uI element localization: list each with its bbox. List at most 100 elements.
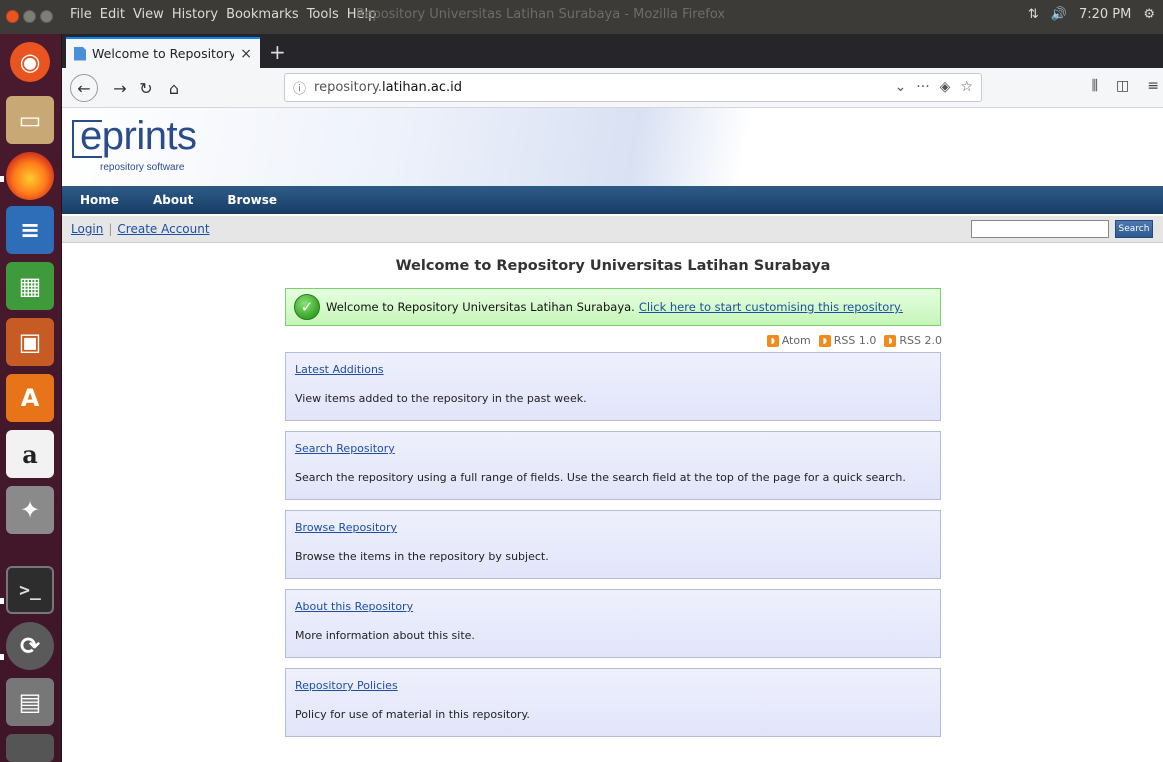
nav-browse-link[interactable]: Browse: [227, 193, 277, 207]
logo-subtitle: repository software: [100, 162, 185, 173]
welcome-text: Welcome to Repository Universitas Latiha…: [326, 300, 635, 314]
repository-policies-link[interactable]: Repository Policies: [295, 679, 931, 692]
toolbar-right: ⫼ ◫ ≡: [1092, 78, 1159, 94]
files-icon[interactable]: ▭: [6, 96, 54, 144]
main-nav: Home About Browse: [62, 186, 1163, 214]
search-button[interactable]: Search: [1115, 220, 1153, 238]
atom-feed-link[interactable]: ◗ Atom: [766, 334, 811, 347]
menu-bookmarks[interactable]: Bookmarks: [222, 7, 303, 22]
menu-file[interactable]: File: [66, 7, 96, 22]
close-window-button[interactable]: [6, 10, 19, 23]
customise-link[interactable]: Click here to start customising this rep…: [639, 300, 903, 314]
search-repository-link[interactable]: Search Repository: [295, 442, 931, 455]
reload-button[interactable]: ↻: [134, 76, 158, 100]
impress-icon[interactable]: ▣: [6, 318, 54, 366]
page-title: Welcome to Repository Universitas Latiha…: [395, 258, 831, 274]
ubuntu-dash-icon[interactable]: ◉: [10, 42, 50, 82]
terminal-icon[interactable]: >_: [6, 566, 54, 614]
browse-repository-box: Browse Repository Browse the items in th…: [285, 510, 941, 579]
firefox-window: Welcome to Repository Un × + ← → ↻ ⌂ ⓘ r…: [62, 34, 1163, 762]
clock[interactable]: 7:20 PM: [1079, 7, 1131, 22]
app-menu-bar: File Edit View History Bookmarks Tools H…: [66, 7, 380, 22]
box-description: View items added to the repository in th…: [295, 392, 587, 405]
amazon-icon[interactable]: a: [6, 430, 54, 478]
home-button[interactable]: ⌂: [162, 76, 186, 100]
system-top-panel: File Edit View History Bookmarks Tools H…: [0, 0, 1163, 34]
running-indicator: [0, 176, 4, 182]
menu-edit[interactable]: Edit: [96, 7, 129, 22]
trash-icon[interactable]: [6, 734, 54, 762]
new-tab-button[interactable]: +: [269, 40, 286, 64]
volume-icon[interactable]: 🔊: [1051, 7, 1067, 22]
navigation-toolbar: ← → ↻ ⌂ ⓘ repository. latihan.ac.id ⌄ ···…: [62, 68, 1163, 108]
back-button[interactable]: ←: [70, 74, 98, 102]
latest-additions-link[interactable]: Latest Additions: [295, 363, 931, 376]
minimize-window-button[interactable]: [23, 10, 36, 23]
create-account-link[interactable]: Create Account: [117, 222, 209, 236]
pocket-icon[interactable]: ◈: [940, 79, 951, 95]
rss-icon: ◗: [818, 334, 831, 347]
forward-button[interactable]: →: [108, 76, 132, 100]
menu-tools[interactable]: Tools: [303, 7, 343, 22]
eprints-logo[interactable]: eprints repository software: [72, 112, 222, 178]
hamburger-menu-icon[interactable]: ≡: [1147, 78, 1159, 94]
nav-home-link[interactable]: Home: [80, 193, 119, 207]
box-description: Search the repository using a full range…: [295, 471, 906, 484]
repository-policies-box: Repository Policies Policy for use of ma…: [285, 668, 941, 737]
box-description: Policy for use of material in this repos…: [295, 708, 530, 721]
menu-view[interactable]: View: [129, 7, 168, 22]
latest-additions-box: Latest Additions View items added to the…: [285, 352, 941, 421]
window-controls: [6, 10, 53, 23]
url-prefix: repository.: [314, 80, 383, 95]
login-link[interactable]: Login: [71, 222, 103, 236]
tab-welcome[interactable]: Welcome to Repository Un ×: [66, 37, 260, 68]
feed-label: RSS 1.0: [833, 334, 877, 347]
close-tab-icon[interactable]: ×: [240, 46, 252, 62]
library-icon[interactable]: ⫼: [1092, 78, 1098, 94]
search-input[interactable]: [971, 220, 1109, 238]
sidebar-icon[interactable]: ◫: [1116, 78, 1129, 94]
running-indicator: [0, 654, 4, 660]
feed-label: RSS 2.0: [899, 334, 942, 347]
eprints-header: eprints repository software: [62, 108, 1163, 186]
menu-history[interactable]: History: [168, 7, 222, 22]
feed-label: Atom: [781, 334, 811, 347]
box-description: More information about this site.: [295, 629, 475, 642]
system-settings-icon[interactable]: ✦: [6, 486, 54, 534]
tab-title: Welcome to Repository Un: [92, 46, 235, 61]
firefox-icon[interactable]: [6, 152, 54, 200]
box-description: Browse the items in the repository by su…: [295, 550, 549, 563]
disk-icon[interactable]: ▤: [6, 678, 54, 726]
rss1-feed-link[interactable]: ◗ RSS 1.0: [818, 334, 877, 347]
bookmark-star-icon[interactable]: ☆: [960, 79, 973, 95]
page-icon: [74, 46, 86, 61]
nav-about-link[interactable]: About: [153, 193, 193, 207]
writer-icon[interactable]: ≡: [6, 206, 54, 254]
rss-icon: ◗: [884, 334, 897, 347]
calc-icon[interactable]: ▦: [6, 262, 54, 310]
tab-strip: Welcome to Repository Un × +: [62, 34, 1163, 68]
page-actions-icon[interactable]: ···: [916, 79, 929, 95]
logo-text: eprints: [80, 114, 197, 158]
browse-repository-link[interactable]: Browse Repository: [295, 521, 931, 534]
url-actions: ⌄ ··· ◈ ☆: [895, 79, 973, 95]
settings-gear-icon[interactable]: ⚙: [1143, 7, 1155, 22]
url-bar[interactable]: ⓘ repository. latihan.ac.id ⌄ ··· ◈ ☆: [284, 73, 982, 102]
separator: |: [108, 222, 113, 236]
rss2-feed-link[interactable]: ◗ RSS 2.0: [884, 334, 942, 347]
web-page: eprints repository software Home About B…: [62, 108, 1163, 762]
about-repository-box: About this Repository More information a…: [285, 589, 941, 658]
network-icon[interactable]: ⇅: [1028, 7, 1039, 22]
about-repository-link[interactable]: About this Repository: [295, 600, 931, 613]
software-center-icon[interactable]: A: [6, 374, 54, 422]
launcher: ◉ ▭ ≡ ▦ ▣ A a ✦ >_ ⟳ ▤: [0, 34, 62, 762]
window-title: Repository Universitas Latihan Surabaya …: [356, 7, 726, 22]
site-info-icon[interactable]: ⓘ: [293, 78, 306, 97]
software-updater-icon[interactable]: ⟳: [6, 622, 54, 670]
feed-links: ◗ Atom ◗ RSS 1.0 ◗ RSS 2.0: [766, 334, 942, 347]
welcome-message: ✓ Welcome to Repository Universitas Lati…: [285, 288, 941, 326]
dropdown-icon[interactable]: ⌄: [895, 79, 907, 95]
search-repository-box: Search Repository Search the repository …: [285, 431, 941, 500]
maximize-window-button[interactable]: [40, 10, 53, 23]
rss-icon: ◗: [766, 334, 779, 347]
